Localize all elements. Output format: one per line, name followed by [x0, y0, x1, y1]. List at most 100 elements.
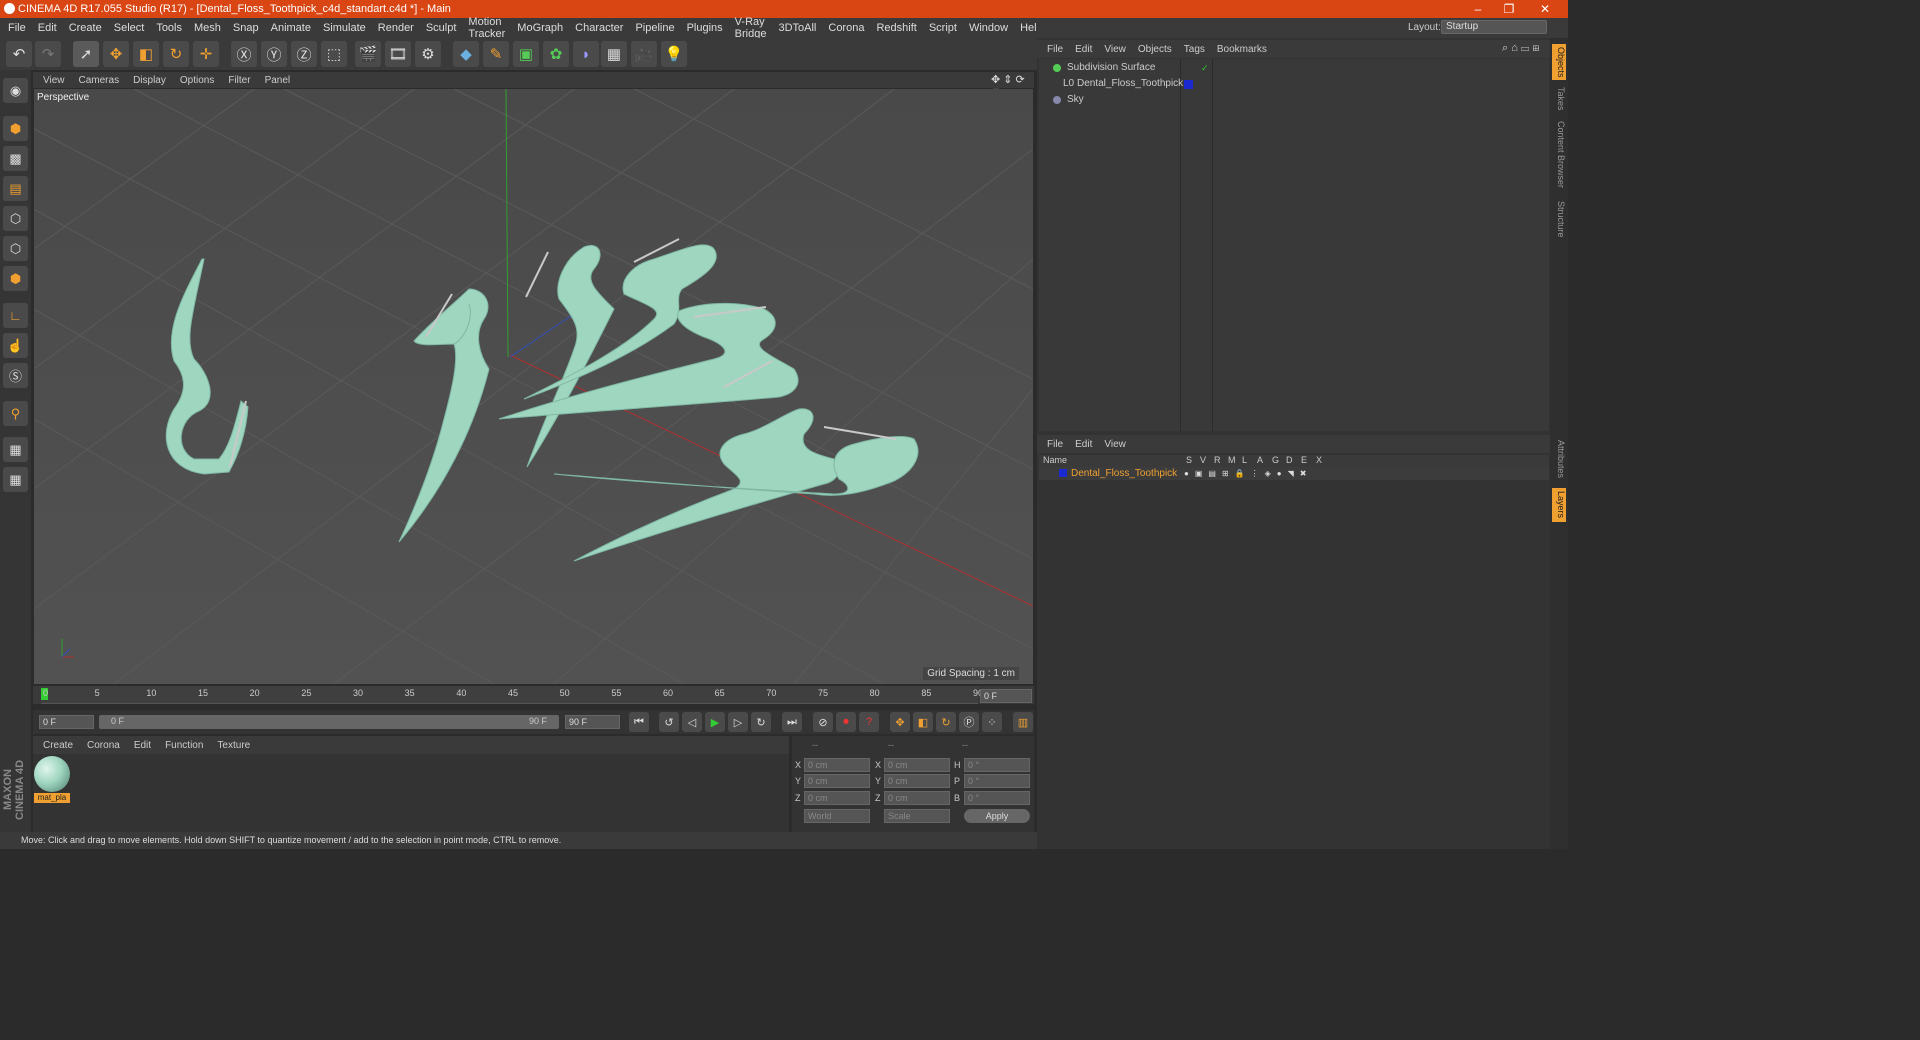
menu-create[interactable]: Create [69, 22, 102, 34]
size-mode-select[interactable]: Scale [884, 809, 950, 823]
cube-icon[interactable]: ◆ [453, 41, 479, 67]
keyframe-selection-icon[interactable]: ? [859, 712, 879, 732]
menu-redshift[interactable]: Redshift [876, 22, 916, 34]
next-key-icon[interactable]: ↻ [751, 712, 771, 732]
menu-pipeline[interactable]: Pipeline [635, 22, 674, 34]
key-pla-icon[interactable]: ⁘ [982, 712, 1002, 732]
viewport-menu-filter[interactable]: Filter [228, 75, 250, 86]
om-menu-objects[interactable]: Objects [1138, 44, 1172, 55]
menu-edit[interactable]: Edit [38, 22, 57, 34]
lm-menu-view[interactable]: View [1104, 439, 1126, 450]
timeline-ruler[interactable]: 0 5 10 15 20 25 30 35 40 45 50 55 60 65 70 75 80 85 90 0 F [33, 686, 1034, 704]
points-mode-icon[interactable]: ⬡ [3, 206, 28, 231]
tab-structure[interactable]: Structure [1552, 196, 1566, 242]
start-frame-field[interactable]: 0 F [39, 715, 94, 729]
workplane-lock-icon[interactable]: ▦ [3, 437, 28, 462]
snapping-icon[interactable]: Ⓢ [3, 363, 28, 388]
material-menu-create[interactable]: Create [43, 740, 73, 751]
tweak-mode-icon[interactable]: ☝ [3, 333, 28, 358]
viewport-menu-panel[interactable]: Panel [265, 75, 291, 86]
menu-tools[interactable]: Tools [156, 22, 182, 34]
menu-sculpt[interactable]: Sculpt [426, 22, 457, 34]
y-axis-lock-icon[interactable]: Ⓨ [261, 41, 287, 67]
live-select-icon[interactable]: ➚ [73, 41, 99, 67]
check-icon[interactable]: ✓ [1201, 60, 1209, 76]
tab-content-browser[interactable]: Content Browser [1552, 118, 1566, 192]
texture-mode-icon[interactable]: ▩ [3, 146, 28, 171]
om-menu-view[interactable]: View [1104, 44, 1126, 55]
workplane-mode-icon[interactable]: ▤ [3, 176, 28, 201]
rot-b-field[interactable]: 0 ° [964, 791, 1030, 805]
timeline-window-icon[interactable]: ▥ [1013, 712, 1033, 732]
key-rotation-icon[interactable]: ↻ [936, 712, 956, 732]
material-name-label[interactable]: mat_pla [34, 793, 70, 803]
layer-color-icon[interactable] [1059, 469, 1067, 477]
menu-vray-bridge[interactable]: V-Ray Bridge [735, 16, 767, 40]
pen-spline-icon[interactable]: ✎ [483, 41, 509, 67]
om-menu-edit[interactable]: Edit [1075, 44, 1092, 55]
subdivision-icon[interactable]: ▣ [513, 41, 539, 67]
transform-icon[interactable]: ✛ [193, 41, 219, 67]
record-keys-icon[interactable]: ⊘ [813, 712, 833, 732]
menu-window[interactable]: Window [969, 22, 1008, 34]
key-position-icon[interactable]: ✥ [890, 712, 910, 732]
lm-menu-edit[interactable]: Edit [1075, 439, 1092, 450]
autokey-icon[interactable]: ⏺ [836, 712, 856, 732]
light-icon[interactable]: 💡 [661, 41, 687, 67]
viewport-menu-view[interactable]: View [43, 75, 65, 86]
go-to-start-icon[interactable]: ⏮ [629, 712, 649, 732]
material-menu-texture[interactable]: Texture [217, 740, 250, 751]
layer-flag-icons[interactable]: ●▣▤⊞🔒⋮◈●◥✖ [1184, 467, 1312, 480]
menu-file[interactable]: File [8, 22, 26, 34]
om-menu-tags[interactable]: Tags [1184, 44, 1205, 55]
tab-layers[interactable]: Layers [1552, 488, 1566, 522]
play-icon[interactable]: ▶ [705, 712, 725, 732]
prev-frame-icon[interactable]: ◁ [682, 712, 702, 732]
model-mode-icon[interactable]: ⬢ [3, 116, 28, 141]
coordinate-system-select[interactable]: World [804, 809, 870, 823]
menu-3dtoall[interactable]: 3DToAll [778, 22, 816, 34]
prev-key-icon[interactable]: ↺ [659, 712, 679, 732]
floor-icon[interactable]: ▦ [601, 41, 627, 67]
object-row-toothpick[interactable]: L0 Dental_Floss_Toothpick [1039, 76, 1549, 92]
menu-render[interactable]: Render [378, 22, 414, 34]
menu-corona[interactable]: Corona [828, 22, 864, 34]
lm-menu-file[interactable]: File [1047, 439, 1063, 450]
undo-icon[interactable]: ↶ [6, 41, 32, 67]
layer-color-icon[interactable] [1184, 80, 1193, 89]
om-menu-file[interactable]: File [1047, 44, 1063, 55]
camera-icon[interactable]: 🎥 [631, 41, 657, 67]
size-y-field[interactable]: 0 cm [884, 774, 950, 788]
magnet-icon[interactable]: ⚲ [3, 401, 28, 426]
next-frame-icon[interactable]: ▷ [728, 712, 748, 732]
menu-script[interactable]: Script [929, 22, 957, 34]
tab-attributes[interactable]: Attributes [1552, 434, 1566, 484]
pos-x-field[interactable]: 0 cm [804, 758, 870, 772]
edit-render-settings-icon[interactable]: ⚙ [415, 41, 441, 67]
rot-h-field[interactable]: 0 ° [964, 758, 1030, 772]
menu-select[interactable]: Select [114, 22, 145, 34]
apply-button[interactable]: Apply [964, 809, 1030, 823]
layout-select[interactable]: Startup [1441, 20, 1547, 34]
menu-character[interactable]: Character [575, 22, 623, 34]
redo-icon[interactable]: ↷ [35, 41, 61, 67]
go-to-end-icon[interactable]: ⏭ [782, 712, 802, 732]
material-menu-edit[interactable]: Edit [134, 740, 151, 751]
cloner-icon[interactable]: ✿ [543, 41, 569, 67]
viewport-menu-options[interactable]: Options [180, 75, 214, 86]
pos-z-field[interactable]: 0 cm [804, 791, 870, 805]
menu-plugins[interactable]: Plugins [687, 22, 723, 34]
viewport-menu-display[interactable]: Display [133, 75, 166, 86]
render-view-icon[interactable]: 🎬 [355, 41, 381, 67]
axis-mode-icon[interactable]: ∟ [3, 303, 28, 328]
rotate-icon[interactable]: ↻ [163, 41, 189, 67]
layer-row[interactable]: Dental_Floss_Toothpick ●▣▤⊞🔒⋮◈●◥✖ [1039, 467, 1549, 480]
tab-takes[interactable]: Takes [1552, 84, 1566, 114]
close-button[interactable]: ✕ [1530, 0, 1560, 18]
menu-snap[interactable]: Snap [233, 22, 259, 34]
object-row-subdivision[interactable]: Subdivision Surface ✓ [1039, 60, 1549, 76]
material-menu-corona[interactable]: Corona [87, 740, 120, 751]
size-x-field[interactable]: 0 cm [884, 758, 950, 772]
object-row-sky[interactable]: Sky [1039, 92, 1549, 108]
om-search-icon[interactable]: ⌕ ⌂ ▭ ⊞ [1502, 42, 1539, 55]
